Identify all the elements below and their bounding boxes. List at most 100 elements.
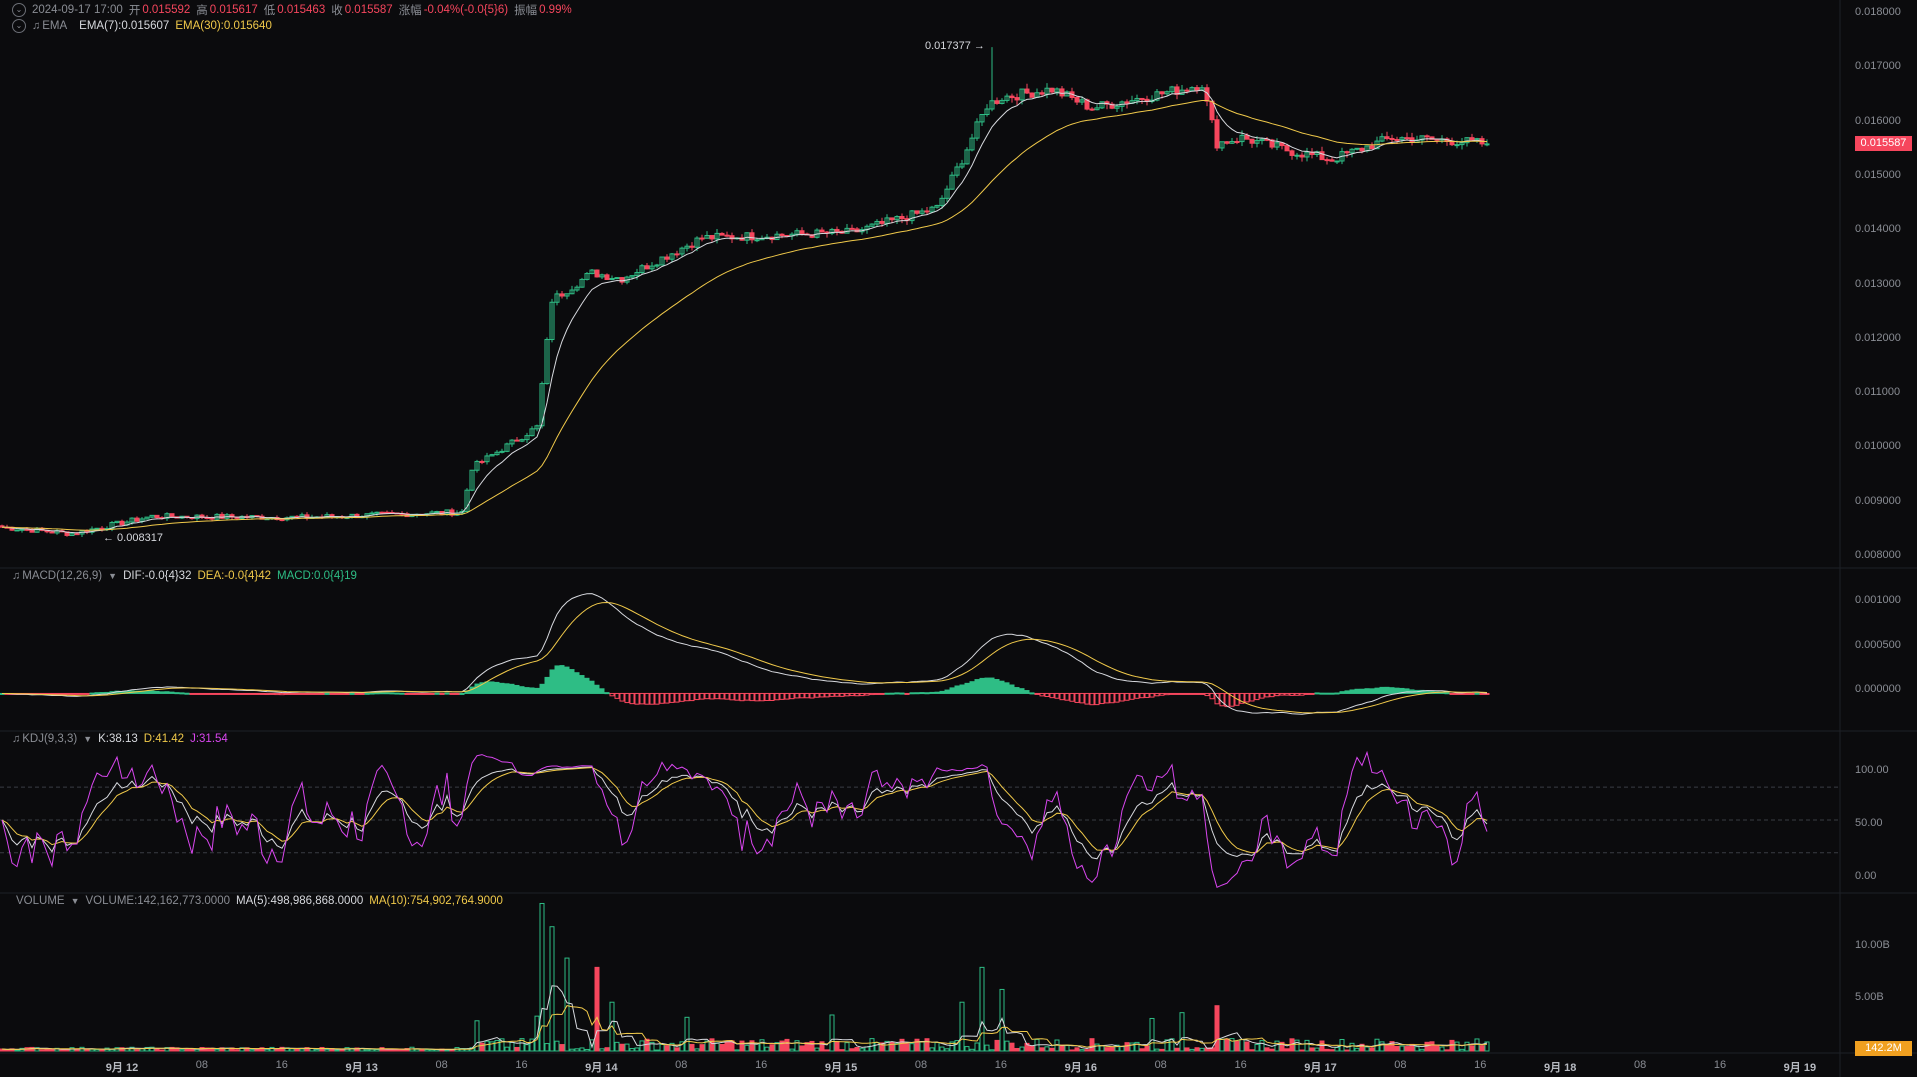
macd-bar bbox=[1269, 692, 1275, 698]
candle-body bbox=[154, 514, 160, 519]
macd-bar bbox=[929, 691, 935, 694]
macd-bar bbox=[404, 692, 410, 695]
legend-high: 0.015617 bbox=[209, 4, 258, 16]
volume-bar bbox=[1089, 1038, 1095, 1052]
macd-bar bbox=[254, 692, 260, 695]
macd-bar bbox=[1309, 692, 1315, 695]
volume-bar bbox=[1299, 1049, 1305, 1052]
macd-bar bbox=[1024, 690, 1030, 694]
volume-bar bbox=[1069, 1049, 1075, 1052]
macd-bar bbox=[954, 685, 960, 694]
volume-bar bbox=[864, 1046, 870, 1052]
volume-bar bbox=[424, 1049, 430, 1052]
macd-bar bbox=[224, 692, 230, 695]
macd-bar bbox=[354, 692, 360, 695]
macd-bar bbox=[549, 669, 555, 694]
volume-bar bbox=[974, 1042, 980, 1052]
macd-bar bbox=[964, 682, 970, 694]
macd-bar bbox=[1199, 692, 1205, 695]
chevron-down-icon[interactable]: ▼ bbox=[71, 896, 80, 906]
volume-bar bbox=[369, 1048, 375, 1052]
macd-bar bbox=[1189, 692, 1195, 695]
macd-bar bbox=[259, 692, 265, 695]
macd-bar bbox=[359, 692, 365, 695]
macd-bar bbox=[1449, 692, 1455, 695]
collapse-icon[interactable]: ⌄ bbox=[12, 3, 26, 17]
volume-bar bbox=[1049, 1047, 1055, 1052]
bell-icon[interactable]: ♫ bbox=[32, 20, 40, 32]
candle-body bbox=[849, 227, 855, 230]
volume-legend: VOLUME ▼ VOLUME:142,162,773.0000 MA(5):4… bbox=[16, 895, 503, 907]
macd-bar bbox=[324, 692, 330, 695]
volume-bar bbox=[84, 1049, 90, 1052]
chart-canvas[interactable] bbox=[0, 0, 1917, 1077]
time-axis-label: 9月 16 bbox=[1064, 1062, 1098, 1074]
volume-bar bbox=[1404, 1046, 1410, 1052]
chevron-down-icon[interactable]: ▼ bbox=[83, 734, 92, 744]
candle-body bbox=[899, 216, 905, 220]
macd-bar bbox=[904, 692, 910, 695]
collapse-icon[interactable]: ⌄ bbox=[12, 19, 26, 33]
macd-bar bbox=[994, 679, 1000, 694]
bell-icon[interactable]: ♫ bbox=[12, 570, 20, 582]
volume-bar bbox=[179, 1049, 185, 1052]
candle-body bbox=[1244, 134, 1250, 140]
candle-body bbox=[1334, 160, 1340, 163]
volume-bar bbox=[554, 1040, 560, 1052]
candle-body bbox=[1384, 136, 1390, 139]
macd-bar bbox=[1064, 692, 1070, 701]
volume-bar bbox=[314, 1049, 320, 1052]
macd-bar bbox=[924, 692, 930, 695]
macd-bar bbox=[99, 692, 105, 695]
macd-bar bbox=[1014, 687, 1020, 694]
macd-bar bbox=[1109, 692, 1115, 704]
macd-bar bbox=[839, 692, 845, 697]
volume-bar bbox=[834, 1041, 840, 1052]
macd-axis-label: 0.000500 bbox=[1855, 638, 1901, 651]
candle-body bbox=[1394, 138, 1400, 141]
ohlc-legend: ⌄ 2024-09-17 17:00 开 0.015592 高 0.015617 低… bbox=[12, 2, 572, 18]
candle-body bbox=[1039, 92, 1045, 95]
volume-bar bbox=[1214, 1005, 1220, 1052]
volume-bar bbox=[1364, 1046, 1370, 1052]
volume-bar bbox=[699, 1044, 705, 1052]
volume-bar bbox=[1009, 1042, 1015, 1052]
candle-body bbox=[1469, 137, 1475, 141]
high-marker: 0.017377 → bbox=[925, 40, 985, 52]
volume-bar bbox=[1014, 1048, 1020, 1052]
chevron-down-icon[interactable]: ▼ bbox=[108, 571, 117, 581]
macd-bar bbox=[974, 679, 980, 694]
volume-bar bbox=[1434, 1044, 1440, 1052]
volume-bar bbox=[99, 1049, 105, 1052]
macd-bar bbox=[1344, 690, 1350, 694]
candle-body bbox=[749, 232, 755, 241]
macd-bar bbox=[934, 691, 940, 694]
trading-chart[interactable]: ⌄ 2024-09-17 17:00 开 0.015592 高 0.015617 低… bbox=[0, 0, 1917, 1077]
candle-body bbox=[1139, 97, 1145, 100]
bell-icon[interactable]: ♫ bbox=[12, 733, 20, 745]
volume-bar bbox=[969, 1048, 975, 1052]
volume-bar bbox=[604, 1047, 610, 1052]
macd-bar bbox=[1069, 692, 1075, 702]
candle-body bbox=[1329, 159, 1335, 162]
volume-bar bbox=[194, 1048, 200, 1052]
kdj-d-line bbox=[1, 767, 1488, 854]
volume-axis-label: 10.00B bbox=[1855, 939, 1890, 951]
macd-bar bbox=[554, 665, 560, 694]
candle-body bbox=[719, 232, 725, 236]
volume-bar bbox=[484, 1040, 490, 1052]
volume-bar bbox=[1479, 1045, 1485, 1052]
macd-bar bbox=[759, 692, 765, 702]
macd-bar bbox=[909, 692, 915, 695]
candle-body bbox=[754, 239, 760, 242]
volume-bar bbox=[249, 1049, 255, 1052]
legend-close: 0.015587 bbox=[344, 4, 393, 16]
volume-bar bbox=[389, 1049, 395, 1052]
candle-body bbox=[594, 269, 600, 278]
volume-bar bbox=[874, 1042, 880, 1052]
macd-bar bbox=[284, 692, 290, 695]
macd-bar bbox=[1279, 692, 1285, 696]
volume-bar bbox=[1149, 1017, 1155, 1052]
macd-bar bbox=[414, 692, 420, 695]
candle-body bbox=[619, 277, 625, 283]
